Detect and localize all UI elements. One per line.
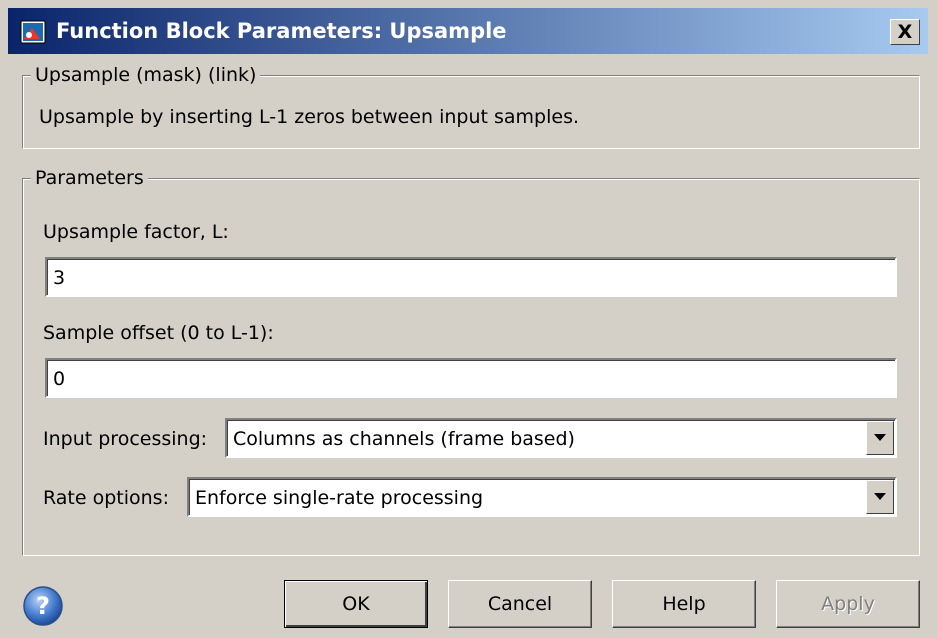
close-button[interactable]: X bbox=[890, 19, 920, 45]
description-text: Upsample by inserting L-1 zeros between … bbox=[39, 106, 580, 128]
simulink-block-icon bbox=[20, 20, 46, 44]
description-legend: Upsample (mask) (link) bbox=[31, 63, 261, 87]
rate-options-label: Rate options: bbox=[43, 487, 169, 509]
dialog-window: Function Block Parameters: Upsample X Up… bbox=[0, 0, 937, 638]
ok-button[interactable]: OK bbox=[284, 580, 428, 628]
input-processing-select[interactable]: Columns as channels (frame based) bbox=[225, 418, 897, 458]
chevron-down-icon bbox=[874, 493, 886, 500]
svg-text:?: ? bbox=[36, 592, 50, 620]
help-button[interactable]: Help bbox=[612, 580, 756, 628]
parameters-group: Parameters Upsample factor, L: 3 Sample … bbox=[22, 166, 920, 556]
window-title: Function Block Parameters: Upsample bbox=[56, 19, 507, 43]
close-icon: X bbox=[897, 20, 913, 43]
upsample-factor-value: 3 bbox=[53, 267, 66, 289]
upsample-factor-label: Upsample factor, L: bbox=[43, 221, 229, 243]
rate-options-value: Enforce single-rate processing bbox=[195, 487, 484, 509]
question-mark-icon[interactable]: ? bbox=[22, 585, 64, 627]
rate-options-select[interactable]: Enforce single-rate processing bbox=[187, 477, 897, 517]
sample-offset-input[interactable]: 0 bbox=[45, 358, 897, 398]
upsample-factor-input[interactable]: 3 bbox=[45, 257, 897, 297]
cancel-button[interactable]: Cancel bbox=[448, 580, 592, 628]
chevron-down-icon bbox=[874, 434, 886, 441]
sample-offset-label: Sample offset (0 to L-1): bbox=[43, 322, 274, 344]
parameters-legend: Parameters bbox=[31, 166, 148, 190]
input-processing-value: Columns as channels (frame based) bbox=[233, 428, 575, 450]
title-bar[interactable]: Function Block Parameters: Upsample X bbox=[8, 8, 928, 54]
apply-button[interactable]: Apply bbox=[776, 580, 920, 628]
input-processing-label: Input processing: bbox=[43, 428, 208, 450]
description-group: Upsample (mask) (link) Upsample by inser… bbox=[22, 63, 920, 149]
rate-options-dropdown-button[interactable] bbox=[866, 480, 894, 514]
sample-offset-value: 0 bbox=[53, 368, 66, 390]
input-processing-dropdown-button[interactable] bbox=[866, 421, 894, 455]
